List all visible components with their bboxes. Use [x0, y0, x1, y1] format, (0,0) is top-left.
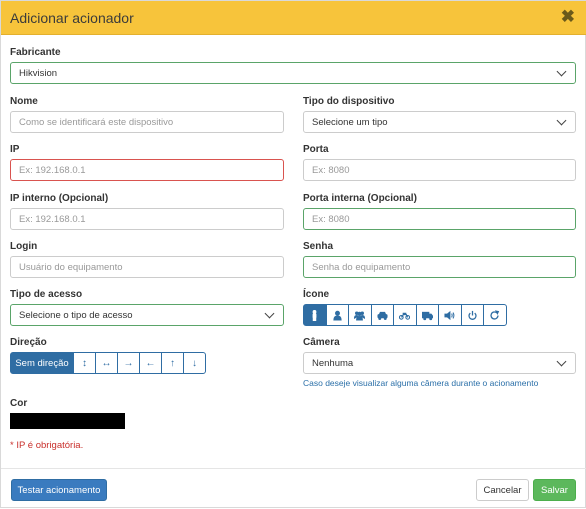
save-button[interactable]: Salvar	[533, 479, 576, 501]
modal-header: Adicionar acionador ✖	[1, 1, 586, 35]
icon-option-group[interactable]	[348, 304, 372, 326]
direcao-label: Direção	[10, 337, 47, 348]
tipo-acesso-value: Selecione o tipo de acesso	[19, 309, 133, 321]
user-icon	[333, 310, 342, 321]
fabricante-select[interactable]: Hikvision	[10, 62, 576, 84]
fabricante-label: Fabricante	[10, 47, 61, 58]
icon-option-power[interactable]	[460, 304, 484, 326]
icone-label: Ícone	[303, 289, 330, 300]
senha-label: Senha	[303, 241, 334, 252]
direction-right-button[interactable]: →	[117, 352, 140, 374]
modal-title: Adicionar acionador	[10, 10, 134, 26]
tipo-dispositivo-value: Selecione um tipo	[312, 116, 388, 128]
login-label: Login	[10, 241, 38, 252]
icon-option-user[interactable]	[325, 304, 349, 326]
speaker-icon	[444, 310, 455, 320]
group-icon	[354, 311, 366, 321]
porta-interna-input[interactable]	[303, 208, 576, 230]
icon-option-person[interactable]	[303, 304, 327, 326]
cor-label: Cor	[10, 398, 28, 409]
icon-option-car[interactable]	[370, 304, 394, 326]
direction-vertical-button[interactable]: ↕	[73, 352, 96, 374]
car-icon	[377, 311, 388, 320]
tipo-dispositivo-label: Tipo do dispositivo	[303, 96, 395, 107]
truck-icon	[421, 311, 433, 320]
color-swatch[interactable]	[10, 413, 125, 429]
close-icon[interactable]: ✖	[561, 7, 575, 27]
tipo-dispositivo-select[interactable]: Selecione um tipo	[303, 111, 576, 133]
porta-input[interactable]	[303, 159, 576, 181]
direcao-button-group: Sem direção ↕ ↔ → ← ↑ ↓	[10, 352, 206, 374]
camera-label: Câmera	[303, 337, 340, 348]
ip-interno-label: IP interno (Opcional)	[10, 193, 109, 204]
ip-required-message: * IP é obrigatória.	[10, 440, 84, 451]
power-icon	[468, 310, 477, 320]
chevron-down-icon	[556, 66, 567, 76]
modal-footer: Testar acionamento Cancelar Salvar	[1, 468, 586, 509]
camera-value: Nenhuma	[312, 357, 354, 369]
motorcycle-icon	[399, 312, 411, 320]
ip-input[interactable]	[10, 159, 284, 181]
direction-horizontal-button[interactable]: ↔	[95, 352, 118, 374]
fabricante-value: Hikvision	[19, 67, 58, 79]
chevron-down-icon	[556, 115, 567, 125]
direction-none-button[interactable]: Sem direção	[10, 352, 74, 374]
nome-input[interactable]	[10, 111, 284, 133]
nome-label: Nome	[10, 96, 38, 107]
tipo-acesso-label: Tipo de acesso	[10, 289, 83, 300]
direction-up-button[interactable]: ↑	[161, 352, 184, 374]
icon-option-truck[interactable]	[415, 304, 439, 326]
ip-label: IP	[10, 144, 20, 155]
senha-input[interactable]	[303, 256, 576, 278]
add-trigger-modal: Adicionar acionador ✖ Fabricante Hikvisi…	[0, 0, 586, 508]
camera-helper-text: Caso deseje visualizar alguma câmera dur…	[303, 378, 539, 388]
direction-left-button[interactable]: ←	[139, 352, 162, 374]
icone-button-group	[303, 304, 507, 326]
login-input[interactable]	[10, 256, 284, 278]
camera-select[interactable]: Nenhuma	[303, 352, 576, 374]
porta-label: Porta	[303, 144, 329, 155]
icon-option-refresh[interactable]	[483, 304, 507, 326]
direction-down-button[interactable]: ↓	[183, 352, 206, 374]
icon-option-motorcycle[interactable]	[393, 304, 417, 326]
refresh-icon	[490, 309, 500, 320]
chevron-down-icon	[556, 356, 567, 366]
porta-interna-label: Porta interna (Opcional)	[303, 193, 417, 204]
tipo-acesso-select[interactable]: Selecione o tipo de acesso	[10, 304, 284, 326]
cancel-button[interactable]: Cancelar	[476, 479, 529, 501]
chevron-down-icon	[264, 308, 275, 318]
person-icon	[312, 309, 317, 321]
icon-option-speaker[interactable]	[438, 304, 462, 326]
ip-interno-input[interactable]	[10, 208, 284, 230]
test-trigger-button[interactable]: Testar acionamento	[11, 479, 107, 501]
